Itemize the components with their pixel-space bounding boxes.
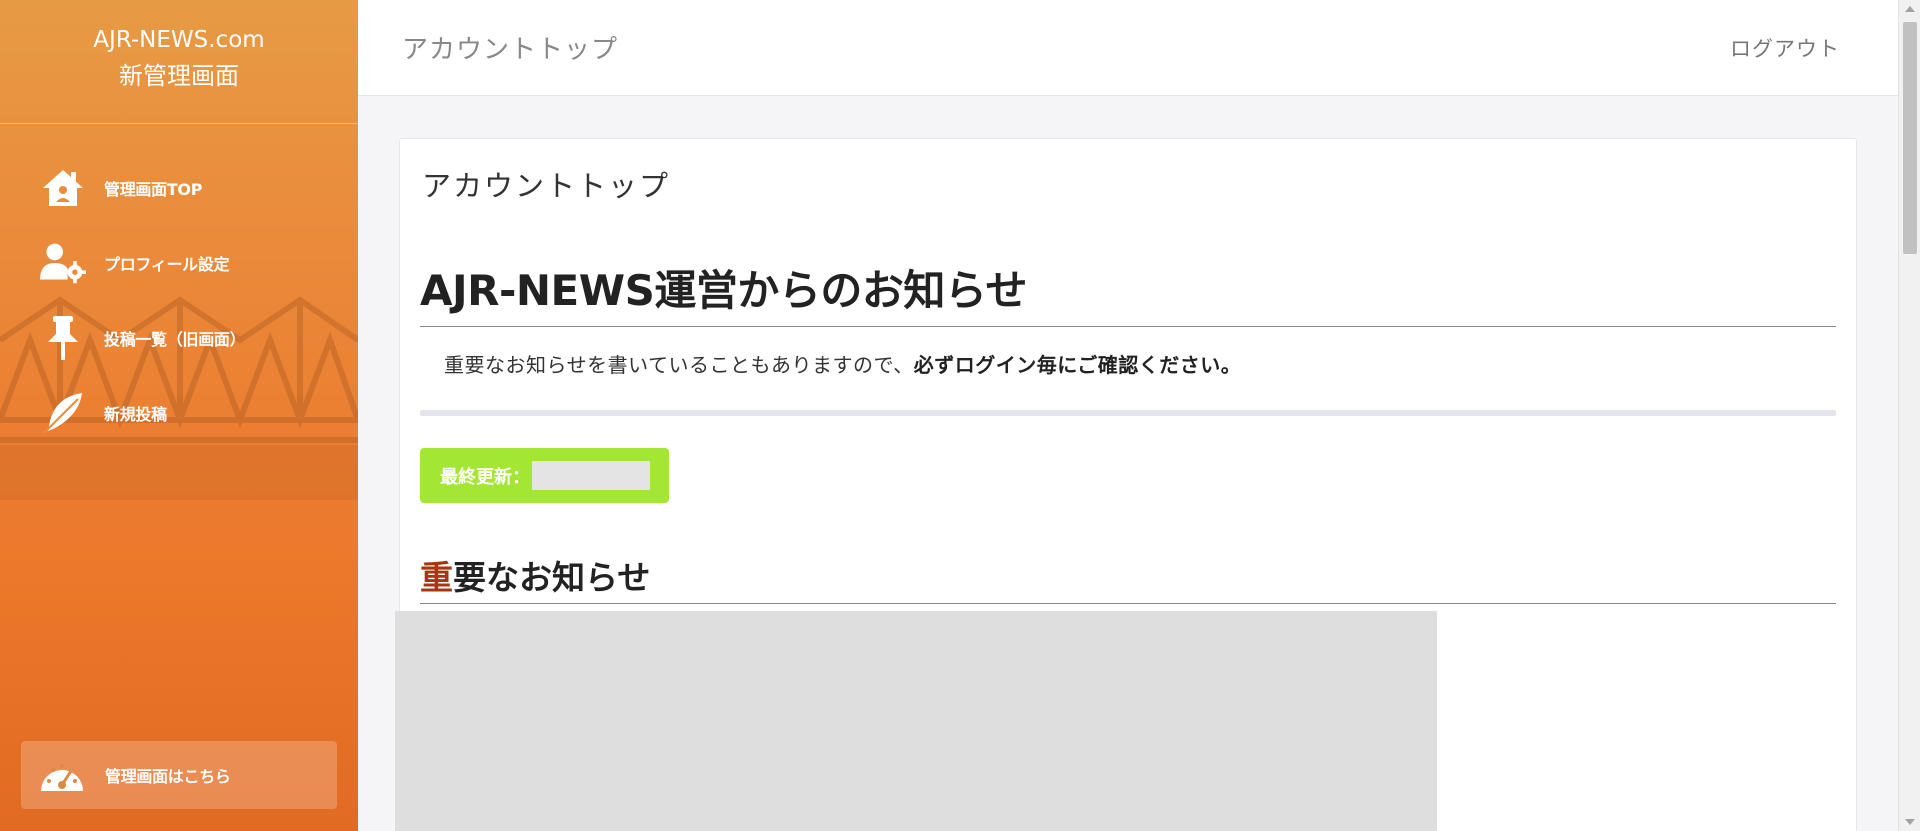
logout-link[interactable]: ログアウト <box>1730 33 1840 63</box>
topbar: アカウントトップ ログアウト <box>358 0 1898 96</box>
divider <box>420 410 1836 416</box>
sidebar-item-admin-top[interactable]: 管理画面TOP <box>0 162 358 214</box>
page-title: アカウントトップ <box>402 35 619 65</box>
sidebar-item-label: 投稿一覧（旧画面） <box>104 330 246 349</box>
notice-content-area <box>395 611 1437 831</box>
important-heading-accent: 重 <box>420 558 453 597</box>
scroll-down-icon[interactable] <box>1905 819 1915 825</box>
important-heading-rest: 要なお知らせ <box>453 558 651 597</box>
notice-text: 重要なお知らせを書いていることもありますので、必ずログイン毎にご確認ください。 <box>444 349 1836 378</box>
scroll-up-icon[interactable] <box>1905 6 1915 12</box>
admin-panel-link[interactable]: 管理画面はこちら <box>21 741 337 809</box>
sidebar-nav: 管理画面TOP プロフィール設定 投稿一覧（旧画面） 新規投稿 <box>0 124 358 439</box>
card-title: アカウントトップ <box>422 169 671 203</box>
home-icon <box>40 165 86 211</box>
last-updated-badge: 最終更新： <box>420 448 669 503</box>
last-updated-value <box>532 461 650 490</box>
notice-text-emphasis: 必ずログイン毎にご確認ください。 <box>913 353 1242 377</box>
sidebar-item-new-post[interactable]: 新規投稿 <box>0 387 358 439</box>
sidebar-item-label: 新規投稿 <box>104 405 167 424</box>
account-card: アカウントトップ AJR-NEWS運営からのお知らせ 重要なお知らせを書いている… <box>395 138 1857 831</box>
last-updated-label: 最終更新： <box>440 466 530 488</box>
pin-icon <box>40 315 86 361</box>
dashboard-icon <box>39 752 85 798</box>
brand-subtitle: 新管理画面 <box>119 62 239 90</box>
main-area: アカウントトップ ログアウト アカウントトップ AJR-NEWS運営からのお知ら… <box>358 0 1898 831</box>
sidebar-item-label: 管理画面TOP <box>104 180 203 199</box>
scroll-thumb[interactable] <box>1903 22 1917 254</box>
important-notices-heading: 重要なお知らせ <box>420 551 1836 604</box>
sidebar-item-post-list[interactable]: 投稿一覧（旧画面） <box>0 312 358 364</box>
page-scrollbar[interactable] <box>1898 0 1920 831</box>
sidebar-item-profile[interactable]: プロフィール設定 <box>0 237 358 289</box>
user-gear-icon <box>40 240 86 286</box>
brand-site-name: AJR-NEWS.com <box>93 27 265 53</box>
notice-text-prefix: 重要なお知らせを書いていることもありますので、 <box>444 353 914 377</box>
notice-heading: AJR-NEWS運営からのお知らせ <box>420 257 1836 327</box>
brand: AJR-NEWS.com 新管理画面 <box>0 0 358 124</box>
app-root: AJR-NEWS.com 新管理画面 管理画面TOP プロフィール設定 投稿一覧… <box>0 0 1920 831</box>
sidebar-item-label: プロフィール設定 <box>104 255 230 274</box>
feather-icon <box>40 390 86 436</box>
admin-link-label: 管理画面はこちら <box>105 767 231 786</box>
sidebar: AJR-NEWS.com 新管理画面 管理画面TOP プロフィール設定 投稿一覧… <box>0 0 358 831</box>
